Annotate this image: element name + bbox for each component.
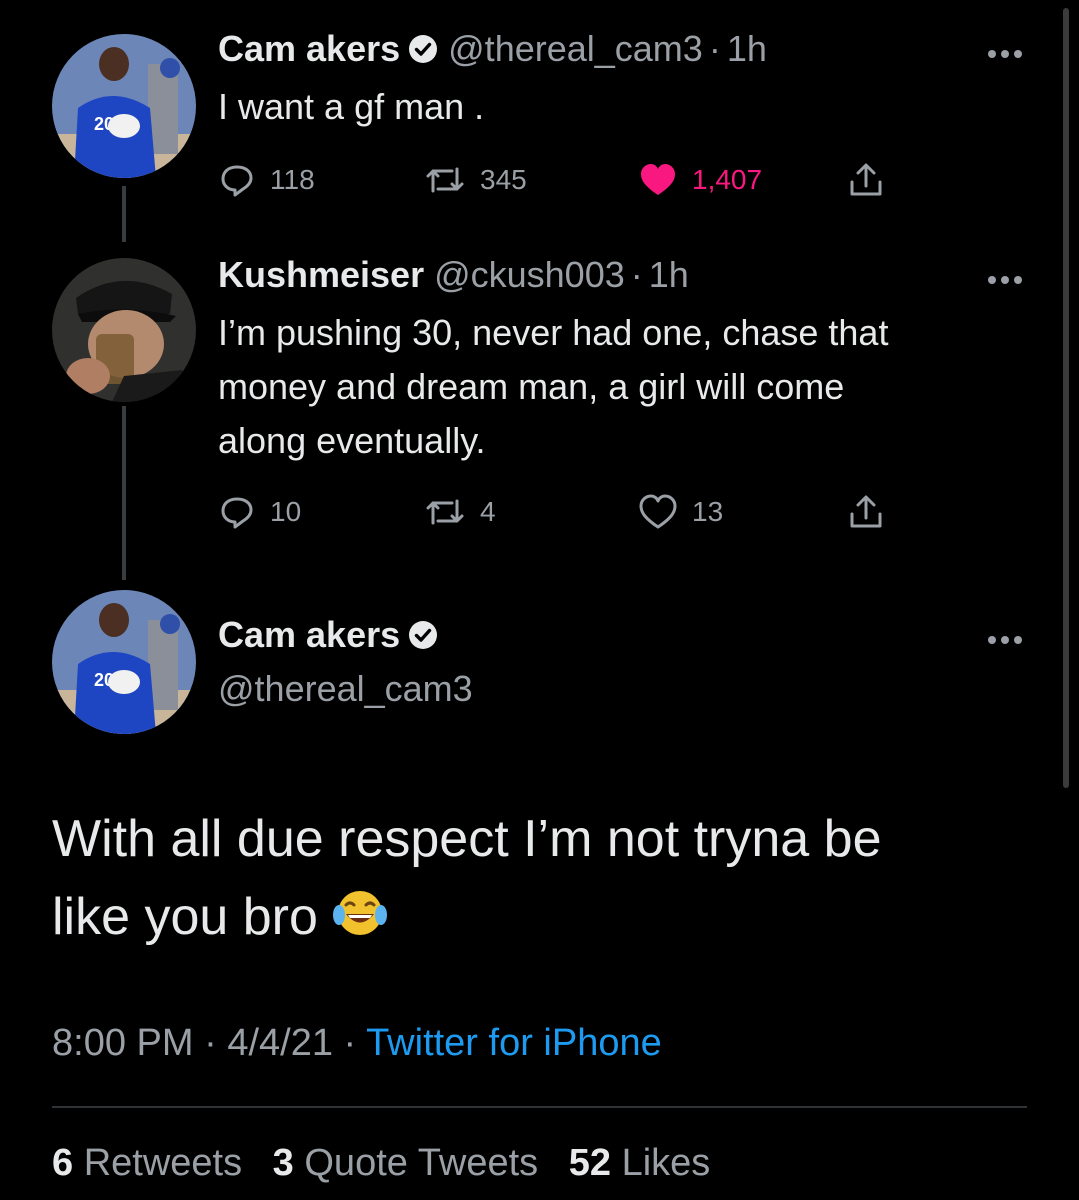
handle[interactable]: @thereal_cam3 [448,28,703,70]
display-name[interactable]: Cam akers [218,614,400,656]
reply-button[interactable]: 118 [218,160,315,200]
like-button[interactable]: 1,407 [638,160,762,200]
divider [52,1106,1027,1108]
handle[interactable]: @ckush003 [434,254,625,296]
share-button[interactable] [846,492,886,532]
reply-icon [221,165,253,197]
retweet-count: 4 [480,496,496,527]
separator-dot: · [343,1022,367,1064]
tweet-source-link[interactable]: Twitter for iPhone [366,1022,662,1064]
retweet-icon [426,167,464,193]
tweet-text-line: money and dream man, a girl will come [218,366,845,407]
tweet-actions: 10 4 13 [218,492,898,532]
football-player-avatar-icon: 20 [52,34,196,178]
retweets-stat[interactable]: 6 Retweets [52,1142,242,1184]
main-tweet-handle-row: @thereal_cam3 [218,668,473,710]
heart-outline-icon [639,494,677,529]
heart-filled-icon [641,164,675,195]
avatar[interactable] [52,258,196,402]
reply-icon [221,497,253,529]
main-tweet-text: With all due respect I’m not tryna be li… [52,800,1012,959]
verified-badge-icon [408,34,438,64]
tweet-stats: 6 Retweets 3 Quote Tweets 52 Likes [52,1142,730,1185]
share-icon [850,163,882,196]
football-player-avatar-icon: 20 [52,590,196,734]
more-options-icon[interactable] [987,632,1023,644]
main-tweet-header: Cam akers [218,614,438,656]
thread-connector [122,186,126,242]
tweet-header: Cam akers @thereal_cam3 · 1h [218,28,767,70]
tweet-text-line: along eventually. [218,420,486,461]
separator-dot: · [708,28,721,69]
likes-count: 52 [568,1142,611,1184]
likes-stat[interactable]: 52 Likes [569,1142,711,1184]
display-name[interactable]: Cam akers [218,28,400,70]
timestamp[interactable]: 1h [649,254,689,296]
verified-badge-icon [408,620,438,650]
scrollbar[interactable] [1063,8,1069,788]
reply-button[interactable]: 10 [218,492,301,532]
main-tweet-text-line: like you bro [52,888,318,946]
like-count: 1,407 [692,164,763,195]
handle[interactable]: @thereal_cam3 [218,668,473,710]
separator-dot: · [630,254,643,295]
tweet-text: I want a gf man . [218,86,485,127]
retweets-label: Retweets [83,1142,243,1184]
reply-count: 10 [270,496,302,527]
like-count: 13 [692,496,724,527]
tweet-meta: 8:00 PM · 4/4/21 · Twitter for iPhone [52,1022,662,1065]
thread-connector [122,406,126,580]
quote-tweets-stat[interactable]: 3 Quote Tweets [273,1142,538,1184]
timestamp[interactable]: 1h [727,28,767,70]
tweet-time[interactable]: 8:00 PM [52,1022,194,1064]
main-tweet-text-line-2: like you bro [52,878,1012,959]
share-button[interactable] [846,160,886,200]
retweets-count: 6 [52,1142,74,1184]
separator-dot: · [204,1022,228,1064]
tweet-date[interactable]: 4/4/21 [227,1022,333,1064]
tweet-text-line: I’m pushing 30, never had one, chase tha… [218,312,889,353]
avatar[interactable]: 20 [52,34,196,178]
tweet-text: I’m pushing 30, never had one, chase tha… [218,306,888,468]
tweet-actions: 118 345 1,407 [218,160,898,200]
avatar[interactable]: 20 [52,590,196,734]
retweet-button[interactable]: 4 [424,492,496,532]
more-options-icon[interactable] [987,272,1023,284]
retweet-button[interactable]: 345 [424,160,527,200]
more-options-icon[interactable] [987,46,1023,58]
man-drinking-avatar-icon [52,258,196,402]
reply-count: 118 [270,164,315,195]
likes-label: Likes [621,1142,711,1184]
retweet-icon [426,499,464,525]
share-icon [850,495,882,528]
main-tweet-text-line: With all due respect I’m not tryna be [52,810,882,868]
retweet-count: 345 [480,164,527,195]
laughing-emoji-icon [332,881,388,959]
quote-tweets-count: 3 [272,1142,294,1184]
tweet-header: Kushmeiser @ckush003 · 1h [218,254,689,296]
quote-tweets-label: Quote Tweets [304,1142,539,1184]
like-button[interactable]: 13 [638,492,723,532]
display-name[interactable]: Kushmeiser [218,254,424,296]
